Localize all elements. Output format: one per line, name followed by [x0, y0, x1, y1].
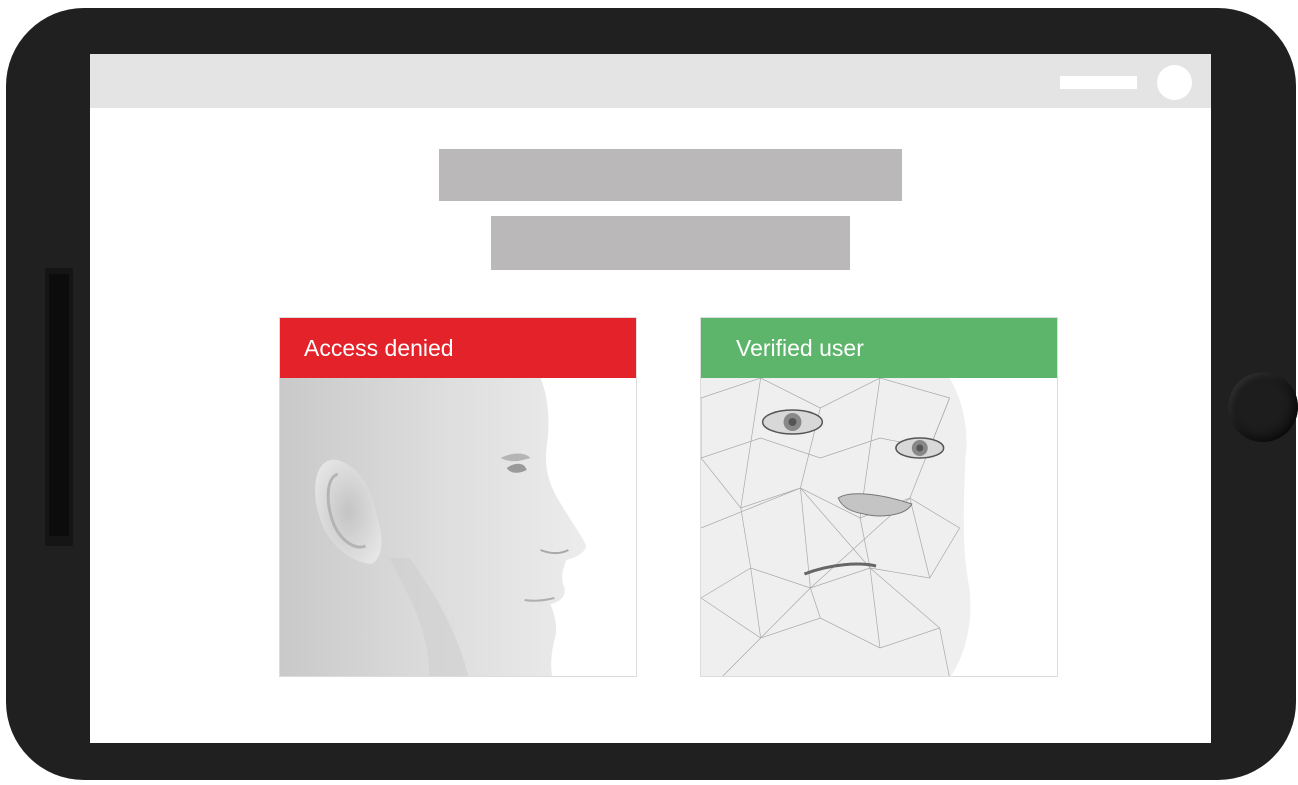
subtitle-placeholder	[491, 216, 850, 270]
face-profile-icon	[280, 378, 636, 676]
home-button[interactable]	[1228, 372, 1298, 442]
access-denied-card: Access denied	[279, 317, 637, 677]
side-slot	[45, 268, 73, 546]
avatar[interactable]	[1157, 65, 1192, 100]
tablet-screen: Access denied Verified user	[90, 54, 1211, 743]
face-wireframe-icon	[701, 378, 1057, 676]
status-badge: Access denied	[280, 318, 636, 378]
menu-bar-icon[interactable]	[1060, 76, 1137, 89]
top-bar	[90, 54, 1211, 108]
status-badge: Verified user	[701, 318, 1057, 378]
verified-user-card: Verified user	[700, 317, 1058, 677]
title-placeholder	[439, 149, 902, 201]
